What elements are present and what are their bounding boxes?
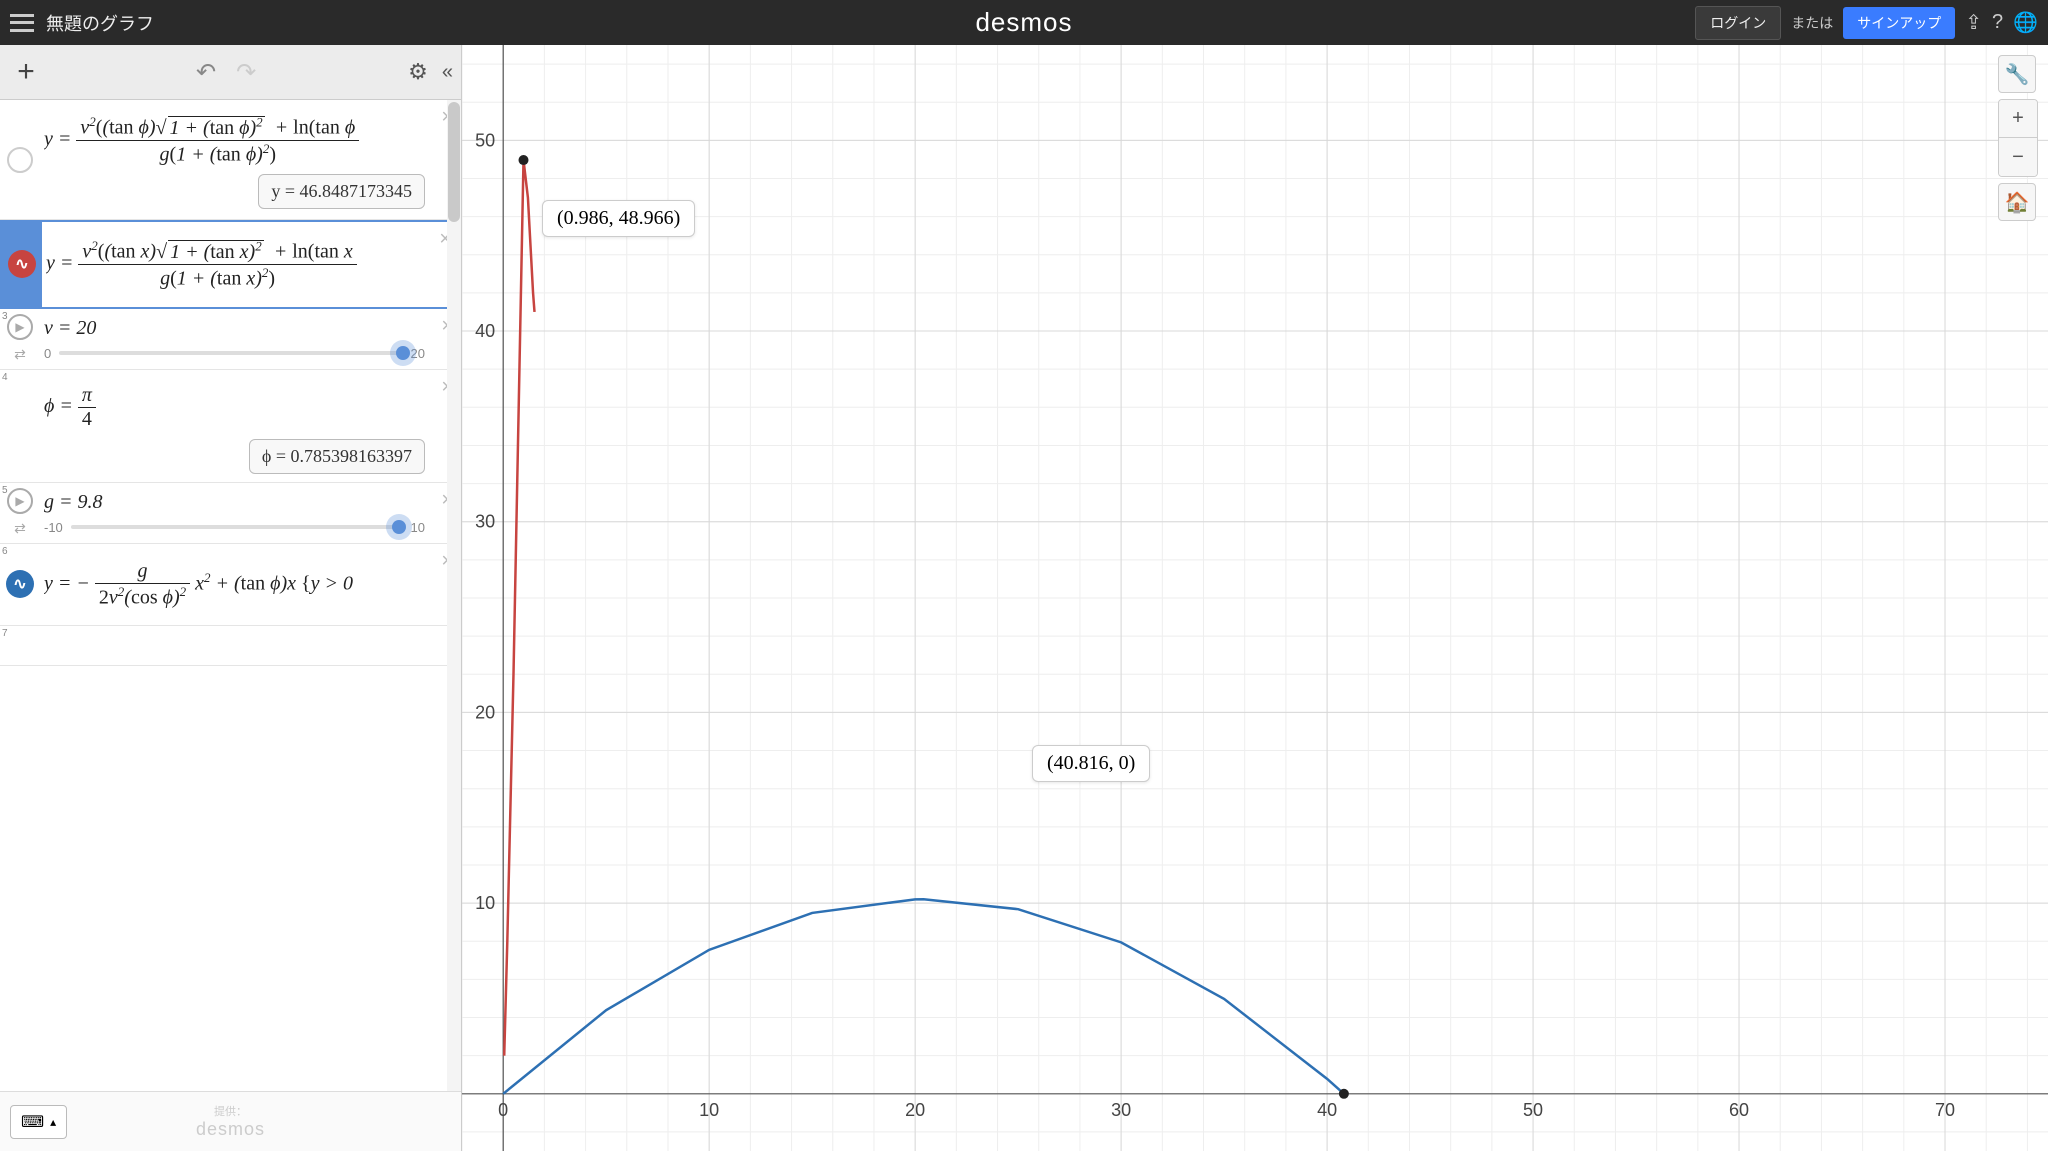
svg-text:0: 0 [498, 1100, 508, 1120]
slider-thumb[interactable] [392, 520, 406, 534]
expression-math[interactable]: y = v2((tan ϕ)1 + (tan ϕ)2 + ln(tan ϕg(1… [44, 114, 425, 166]
expression-row[interactable]: 6 ∿ × y = − g2v2(cos ϕ)2 x2 + (tan ϕ)x {… [0, 544, 461, 627]
evaluated-value: ϕ = 0.785398163397 [249, 439, 425, 474]
expression-row[interactable]: × y = v2((tan ϕ)1 + (tan ϕ)2 + ln(tan ϕg… [0, 100, 461, 220]
login-button[interactable]: ログイン [1695, 6, 1781, 40]
play-slider-icon[interactable]: ▶ [7, 314, 33, 340]
expression-math[interactable]: v = 20 [44, 317, 425, 340]
expression-icon-tab[interactable]: ▶ ⇄ [0, 483, 40, 543]
menu-icon[interactable] [10, 14, 34, 32]
function-color-icon[interactable]: ∿ [6, 570, 34, 598]
zoom-in-button[interactable]: + [1999, 100, 2037, 138]
svg-text:20: 20 [475, 702, 495, 722]
slider-min[interactable]: -10 [44, 520, 63, 535]
slider-thumb[interactable] [396, 346, 410, 360]
expression-icon-tab[interactable] [0, 100, 40, 219]
expression-icon-tab[interactable]: ▶ ⇄ [0, 309, 40, 369]
collapse-panel-icon[interactable]: « [442, 61, 453, 84]
redo-button[interactable]: ↷ [236, 58, 256, 87]
expression-list: × y = v2((tan ϕ)1 + (tan ϕ)2 + ln(tan ϕg… [0, 100, 461, 1091]
graph-canvas[interactable]: 0 10 20 30 40 50 60 70 10 20 30 40 50 [462, 45, 2048, 1151]
expression-row[interactable]: 5 ▶ ⇄ × g = 9.8 -10 10 [0, 483, 461, 544]
function-color-icon[interactable]: ∿ [8, 250, 36, 278]
slider-mode-icon[interactable]: ⇄ [14, 520, 26, 537]
brand-logo: desmos [975, 7, 1072, 38]
svg-text:10: 10 [699, 1100, 719, 1120]
expression-icon-tab[interactable] [0, 370, 40, 482]
expression-math[interactable]: y = v2((tan x)1 + (tan x)2 + ln(tan xg(1… [46, 238, 423, 290]
expression-icon-tab[interactable]: ∿ [2, 222, 42, 306]
svg-text:40: 40 [475, 321, 495, 341]
svg-text:10: 10 [475, 893, 495, 913]
point-label: (0.986, 48.966) [542, 200, 695, 237]
expression-icon-tab[interactable]: ∿ [0, 544, 40, 626]
header-left: 無題のグラフ [10, 10, 154, 36]
graph-controls: 🔧 + − 🏠 [1998, 55, 2038, 221]
graph-settings-icon[interactable]: 🔧 [1998, 55, 2036, 93]
expression-row[interactable]: 7 [0, 626, 461, 666]
svg-text:70: 70 [1935, 1100, 1955, 1120]
footer-brand: 提供： desmos [196, 1103, 265, 1140]
sidebar-footer: ⌨ ▴ 提供： desmos [0, 1091, 461, 1151]
svg-text:30: 30 [1111, 1100, 1131, 1120]
zoom-out-button[interactable]: − [1999, 138, 2037, 176]
graph-title[interactable]: 無題のグラフ [46, 10, 154, 36]
slider[interactable]: -10 10 [44, 520, 425, 535]
slider-track[interactable] [71, 525, 403, 529]
expression-math[interactable]: g = 9.8 [44, 491, 425, 514]
visibility-circle-icon[interactable] [7, 147, 33, 173]
svg-text:50: 50 [475, 130, 495, 150]
play-slider-icon[interactable]: ▶ [7, 488, 33, 514]
svg-text:50: 50 [1523, 1100, 1543, 1120]
slider-mode-icon[interactable]: ⇄ [14, 346, 26, 363]
or-text: または [1791, 13, 1833, 33]
undo-button[interactable]: ↶ [196, 58, 216, 87]
home-zoom-button[interactable]: 🏠 [1998, 183, 2036, 221]
point-label: (40.816, 0) [1032, 745, 1150, 782]
main-area: + ↶ ↷ ⚙ « × y = v2((tan ϕ)1 + (tan ϕ)2 +… [0, 45, 2048, 1151]
svg-text:60: 60 [1729, 1100, 1749, 1120]
slider-min[interactable]: 0 [44, 346, 51, 361]
header-right: ログイン または サインアップ ⇪ ? 🌐 [1695, 6, 2038, 40]
evaluated-value: y = 46.8487173345 [258, 174, 425, 209]
expression-row[interactable]: 4 × ϕ = π4 ϕ = 0.785398163397 [0, 370, 461, 483]
signup-button[interactable]: サインアップ [1843, 7, 1955, 39]
slider-track[interactable] [59, 351, 402, 355]
expression-panel: + ↶ ↷ ⚙ « × y = v2((tan ϕ)1 + (tan ϕ)2 +… [0, 45, 462, 1151]
keyboard-toggle-button[interactable]: ⌨ ▴ [10, 1105, 67, 1139]
graph-panel[interactable]: 0 10 20 30 40 50 60 70 10 20 30 40 50 (0.986, 48.966… [462, 45, 2048, 1151]
slider[interactable]: 0 20 [44, 346, 425, 361]
expression-math[interactable]: ϕ = π4 [44, 384, 425, 431]
share-icon[interactable]: ⇪ [1965, 10, 1982, 35]
svg-text:30: 30 [475, 512, 495, 532]
keyboard-icon: ⌨ [21, 1112, 44, 1132]
expression-toolbar: + ↶ ↷ ⚙ « [0, 45, 461, 100]
settings-gear-icon[interactable]: ⚙ [408, 59, 428, 85]
expression-row[interactable]: 3 ▶ ⇄ × v = 20 0 20 [0, 309, 461, 370]
scrollbar-thumb[interactable] [448, 102, 460, 222]
chevron-up-icon: ▴ [50, 1115, 56, 1129]
help-icon[interactable]: ? [1992, 11, 2003, 34]
expression-row[interactable]: 2 ∿ × y = v2((tan x)1 + (tan x)2 + ln(ta… [0, 220, 461, 308]
svg-text:40: 40 [1317, 1100, 1337, 1120]
expression-icon-tab[interactable] [0, 626, 40, 665]
expression-math[interactable]: y = − g2v2(cos ϕ)2 x2 + (tan ϕ)x {y > 0 [44, 560, 425, 610]
expression-scrollbar[interactable] [447, 100, 461, 1091]
svg-text:20: 20 [905, 1100, 925, 1120]
language-icon[interactable]: 🌐 [2013, 10, 2038, 35]
add-expression-button[interactable]: + [8, 55, 44, 89]
app-header: 無題のグラフ desmos ログイン または サインアップ ⇪ ? 🌐 [0, 0, 2048, 45]
slider-max[interactable]: 10 [411, 520, 425, 535]
